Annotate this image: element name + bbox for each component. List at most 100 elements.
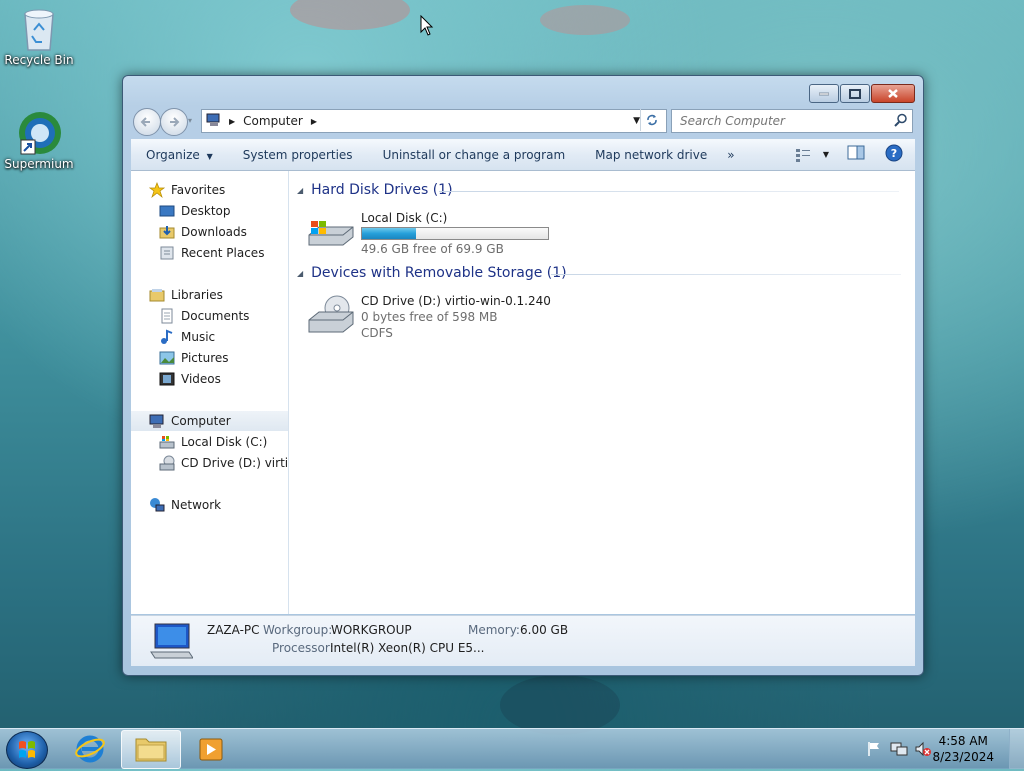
content-area: Favorites Desktop Downloads Recent Place… bbox=[131, 171, 915, 614]
recycle-bin-label: Recycle Bin bbox=[4, 53, 74, 67]
workgroup-label: Workgroup: bbox=[263, 623, 333, 637]
dropdown-arrow-icon: ▼ bbox=[206, 151, 213, 161]
close-button[interactable] bbox=[871, 84, 915, 103]
drive-c-usage-fill bbox=[362, 228, 416, 239]
window-controls bbox=[809, 84, 915, 103]
search-icon[interactable] bbox=[894, 113, 908, 130]
network-status-icon[interactable] bbox=[890, 741, 908, 760]
change-view-button[interactable]: ▼ bbox=[795, 148, 829, 162]
windows-logo-icon bbox=[19, 741, 35, 758]
search-input[interactable] bbox=[678, 113, 882, 129]
address-bar[interactable]: ▶ Computer ▶ ▼ bbox=[201, 109, 667, 133]
taskbar-windows-explorer[interactable] bbox=[121, 730, 181, 769]
nav-desktop-label: Desktop bbox=[181, 204, 231, 218]
address-row: ▾ ▶ Computer ▶ ▼ bbox=[131, 108, 915, 136]
processor-value: Intel(R) Xeon(R) CPU E5... bbox=[330, 641, 485, 655]
system-clock[interactable]: 4:58 AM 8/23/2024 bbox=[932, 733, 994, 765]
map-network-drive-button[interactable]: Map network drive bbox=[580, 148, 722, 162]
supermium-label: Supermium bbox=[4, 157, 74, 171]
recent-places-icon bbox=[159, 245, 175, 261]
computer-icon bbox=[206, 113, 222, 130]
nav-cd-drive[interactable]: CD Drive (D:) virtio-w bbox=[159, 453, 289, 473]
media-player-icon bbox=[199, 738, 223, 761]
recent-pages-dropdown[interactable]: ▾ bbox=[188, 116, 192, 125]
nav-local-disk[interactable]: Local Disk (C:) bbox=[159, 432, 267, 452]
maximize-icon bbox=[849, 88, 861, 99]
folder-icon bbox=[135, 738, 167, 762]
nav-network[interactable]: Network bbox=[149, 495, 221, 515]
group-header-removable[interactable]: ◢ Devices with Removable Storage (1) bbox=[297, 265, 567, 281]
videos-icon bbox=[159, 371, 175, 387]
system-properties-button[interactable]: System properties bbox=[228, 148, 368, 162]
nav-documents[interactable]: Documents bbox=[159, 306, 249, 326]
computer-monitor-icon bbox=[149, 622, 194, 663]
hard-disk-icon bbox=[159, 434, 175, 450]
drive-item-c[interactable]: Local Disk (C:) 49.6 GB free of 69.9 GB bbox=[307, 211, 567, 256]
nav-local-disk-label: Local Disk (C:) bbox=[181, 435, 268, 449]
drive-c-free-space: 49.6 GB free of 69.9 GB bbox=[361, 242, 504, 256]
taskbar-internet-explorer[interactable] bbox=[61, 730, 119, 767]
minimize-icon bbox=[819, 92, 829, 95]
refresh-button[interactable] bbox=[640, 109, 663, 131]
search-box bbox=[671, 109, 913, 133]
forward-button[interactable] bbox=[160, 108, 188, 136]
nav-favorites[interactable]: Favorites bbox=[148, 180, 226, 200]
supermium-shortcut[interactable]: Supermium bbox=[1, 110, 77, 171]
drive-d-free-space: 0 bytes free of 598 MB bbox=[361, 310, 498, 324]
minimize-button[interactable] bbox=[809, 84, 839, 103]
nav-recent-places[interactable]: Recent Places bbox=[159, 243, 264, 263]
command-bar: Organize ▼ System properties Uninstall o… bbox=[131, 139, 915, 171]
help-button[interactable]: ? bbox=[885, 144, 903, 165]
organize-button[interactable]: Organize ▼ bbox=[131, 148, 228, 162]
maximize-button[interactable] bbox=[840, 84, 870, 103]
nav-desktop[interactable]: Desktop bbox=[159, 201, 231, 221]
recycle-bin-icon bbox=[17, 6, 61, 51]
start-button[interactable] bbox=[6, 731, 48, 769]
desktop-folder-icon bbox=[159, 203, 175, 219]
browser-icon bbox=[17, 110, 61, 155]
nav-downloads-label: Downloads bbox=[181, 225, 247, 239]
address-dropdown-icon[interactable]: ▼ bbox=[633, 116, 640, 126]
breadcrumb-separator-icon: ▶ bbox=[229, 116, 236, 126]
preview-pane-button[interactable] bbox=[847, 145, 865, 164]
internet-explorer-icon bbox=[75, 735, 105, 763]
back-button[interactable] bbox=[133, 108, 161, 136]
breadcrumb-chevron-icon[interactable]: ▶ bbox=[311, 117, 317, 126]
network-icon bbox=[149, 497, 165, 513]
nav-pictures-label: Pictures bbox=[181, 351, 229, 365]
nav-pictures[interactable]: Pictures bbox=[159, 348, 229, 368]
processor-label: Processor: bbox=[272, 641, 334, 655]
nav-favorites-label: Favorites bbox=[171, 183, 226, 197]
nav-network-label: Network bbox=[171, 498, 222, 512]
downloads-folder-icon bbox=[159, 224, 175, 240]
workgroup-value: WORKGROUP bbox=[331, 623, 412, 637]
nav-recent-places-label: Recent Places bbox=[181, 246, 265, 260]
nav-videos[interactable]: Videos bbox=[159, 369, 221, 389]
show-desktop-button[interactable] bbox=[1009, 729, 1024, 769]
group-removable-label: Devices with Removable Storage (1) bbox=[311, 265, 567, 281]
nav-music[interactable]: Music bbox=[159, 327, 215, 347]
volume-muted-icon[interactable] bbox=[914, 741, 932, 760]
cd-drive-icon bbox=[307, 294, 355, 341]
drive-item-d[interactable]: CD Drive (D:) virtio-win-0.1.240 0 bytes… bbox=[307, 294, 567, 342]
explorer-window: ▾ ▶ Computer ▶ ▼ Organize ▼ System prope… bbox=[122, 75, 924, 676]
more-commands-button[interactable]: » bbox=[722, 148, 749, 162]
hard-disk-icon bbox=[307, 217, 355, 252]
nav-cd-drive-label: CD Drive (D:) virtio-w bbox=[181, 456, 289, 470]
memory-label: Memory: bbox=[468, 623, 520, 637]
recycle-bin-shortcut[interactable]: Recycle Bin bbox=[1, 6, 77, 67]
collapse-arrow-icon: ◢ bbox=[297, 268, 304, 278]
nav-downloads[interactable]: Downloads bbox=[159, 222, 247, 242]
clock-time: 4:58 AM bbox=[938, 734, 988, 748]
breadcrumb-computer[interactable]: Computer bbox=[243, 114, 303, 128]
uninstall-program-button[interactable]: Uninstall or change a program bbox=[368, 148, 581, 162]
action-center-flag-icon[interactable] bbox=[866, 741, 882, 760]
collapse-arrow-icon: ◢ bbox=[297, 185, 304, 195]
nav-libraries[interactable]: Libraries bbox=[149, 285, 223, 305]
wallpaper-decoration bbox=[500, 675, 620, 735]
group-header-hard-disks[interactable]: ◢ Hard Disk Drives (1) bbox=[297, 182, 453, 198]
taskbar-media-player[interactable] bbox=[183, 730, 241, 767]
preview-pane-icon bbox=[847, 145, 865, 160]
nav-computer[interactable]: Computer bbox=[131, 411, 288, 431]
details-pane: ZAZA-PC Workgroup: WORKGROUP Memory: 6.0… bbox=[131, 615, 915, 666]
